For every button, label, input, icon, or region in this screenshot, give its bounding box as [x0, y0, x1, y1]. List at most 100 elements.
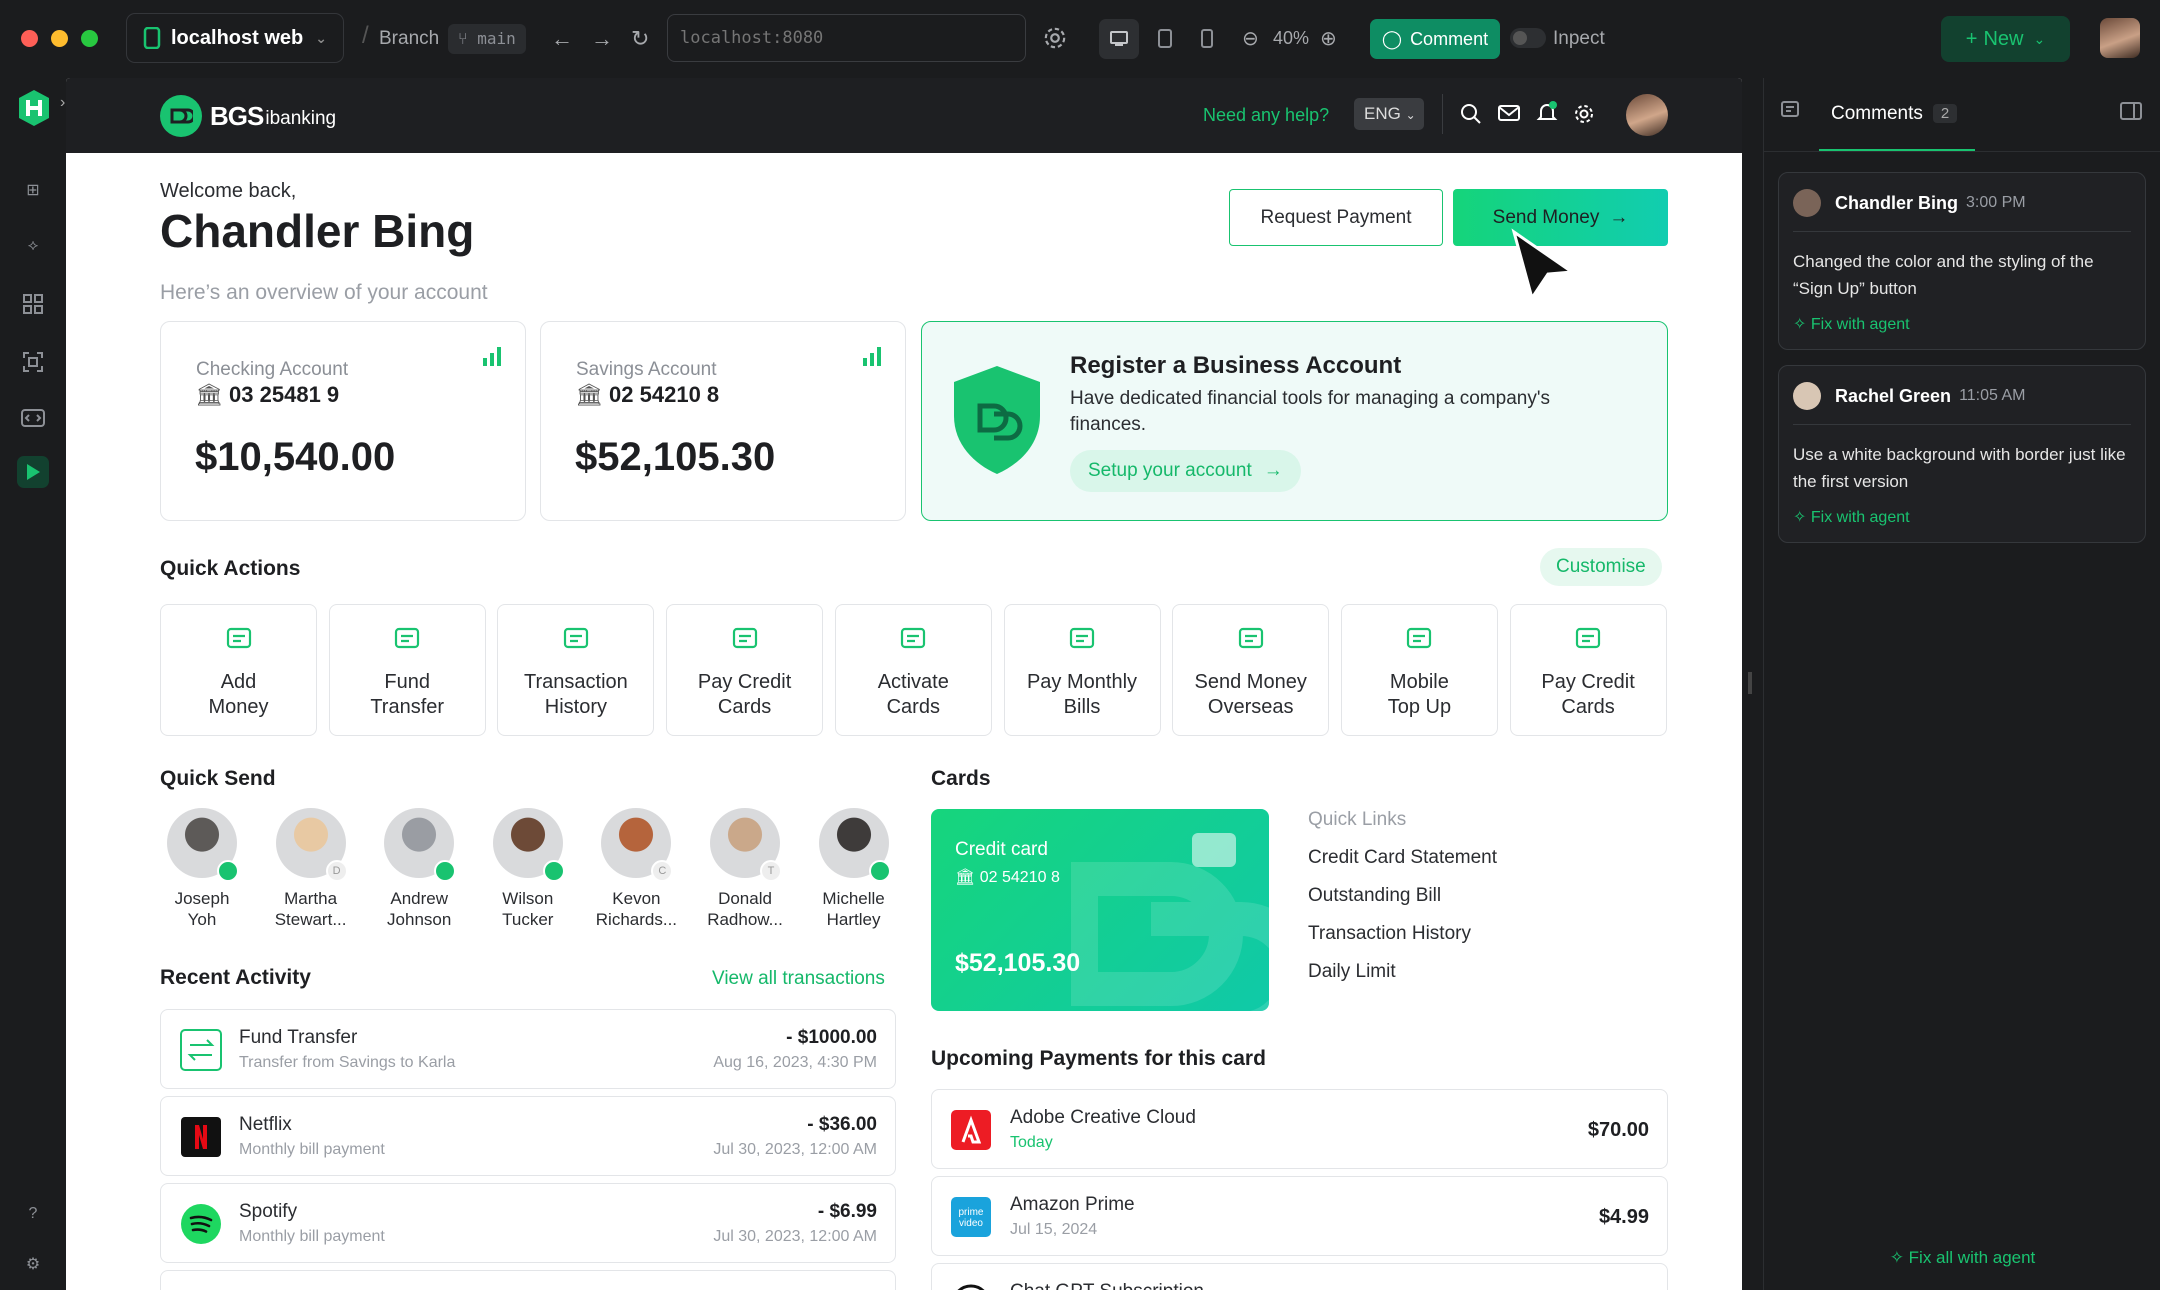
profile-avatar[interactable] — [1626, 94, 1668, 136]
upcoming-payment-row[interactable]: Adobe Creative Cloud Today $70.00 — [931, 1089, 1668, 1169]
gear-icon[interactable]: ⚙ — [17, 1248, 49, 1280]
quick-send-contact[interactable]: D Martha Stewart... — [261, 808, 361, 930]
activity-row[interactable]: Fund Transfer Transfer from Savings to Ka… — [160, 1009, 896, 1089]
language-select[interactable]: ENG ⌄ — [1354, 98, 1424, 130]
quick-send-contact[interactable]: Andrew Johnson — [369, 808, 469, 930]
fix-all-with-agent-button[interactable]: ✧ Fix all with agent — [1764, 1248, 2160, 1268]
credit-card-icon — [730, 605, 760, 670]
contact-avatar: C — [601, 808, 674, 882]
contact-first-name: Donald — [718, 889, 772, 908]
view-all-transactions-link[interactable]: View all transactions — [712, 968, 885, 990]
upcoming-payment-row[interactable]: prime video Amazon Prime Jul 15, 2024 $4.99 — [931, 1176, 1668, 1256]
customise-button[interactable]: Customise — [1540, 548, 1662, 586]
upcoming-payment-row[interactable]: Chat GPT Subscription — [931, 1263, 1668, 1290]
setup-account-button[interactable]: Setup your account → — [1070, 450, 1301, 492]
divider: / — [362, 22, 369, 49]
search-icon[interactable] — [1460, 103, 1482, 125]
activity-row[interactable] — [160, 1270, 896, 1290]
comment-header: Rachel Green 11:05 AM — [1793, 382, 2131, 425]
transfer-icon — [392, 605, 422, 670]
code-icon[interactable] — [17, 402, 49, 434]
quick-action-label: History — [544, 696, 607, 718]
contact-bank-badge: T — [760, 860, 782, 882]
quick-action-2[interactable]: Transaction History — [497, 604, 655, 736]
quick-action-1[interactable]: Fund Transfer — [328, 604, 486, 736]
logo-subtext: ibanking — [265, 108, 337, 129]
new-button[interactable]: + New ⌄ — [1941, 16, 2070, 62]
panel-toggle-icon[interactable] — [2120, 102, 2142, 120]
zoom-out-icon[interactable]: ⊖ — [1242, 26, 1259, 51]
comment-list-icon[interactable] — [1780, 100, 1800, 120]
quick-link[interactable]: Daily Limit — [1308, 961, 1396, 983]
quick-link[interactable]: Credit Card Statement — [1308, 847, 1497, 869]
quick-action-4[interactable]: Activate Cards — [834, 604, 992, 736]
checking-number: 🏛 03 25481 9 — [195, 382, 339, 408]
settings-gear-icon[interactable] — [1042, 25, 1068, 51]
savings-account-card[interactable]: Savings Account 🏛 02 54210 8 $52,105.30 — [540, 321, 906, 521]
tablet-icon[interactable] — [1145, 19, 1185, 59]
comment-card[interactable]: Chandler Bing 3:00 PM Changed the color an… — [1778, 172, 2146, 350]
quick-action-label: Overseas — [1207, 696, 1294, 718]
settings-icon[interactable] — [1573, 103, 1595, 125]
help-icon[interactable]: ? — [17, 1198, 49, 1230]
contact-first-name: Kevon — [612, 889, 661, 908]
quick-send-contact[interactable]: C Kevon Richards... — [586, 808, 686, 930]
quick-action-6[interactable]: Send Money Overseas — [1172, 604, 1330, 736]
checking-account-card[interactable]: Checking Account 🏛 03 25481 9 $10,540.00 — [160, 321, 526, 521]
activity-row[interactable]: Spotify Monthly bill payment - $6.99 Jul 30… — [160, 1183, 896, 1263]
desktop-icon[interactable] — [1099, 19, 1139, 59]
tab-comments[interactable]: Comments 2 — [1819, 78, 1975, 151]
frame-icon[interactable] — [17, 346, 49, 378]
quick-send-contact[interactable]: Michelle Hartley — [804, 808, 904, 930]
zoom-in-icon[interactable]: ⊕ — [1320, 26, 1337, 51]
comment-author: Chandler Bing — [1835, 192, 1959, 213]
resize-handle[interactable] — [1748, 672, 1752, 694]
fix-with-agent-label: Fix with agent — [1810, 316, 1910, 333]
card-watermark-logo — [1071, 862, 1269, 1011]
back-arrow-icon[interactable]: ← — [551, 26, 573, 52]
quick-send-contact[interactable]: Joseph Yoh — [152, 808, 252, 930]
inspect-toggle[interactable] — [1510, 28, 1546, 48]
mail-icon[interactable] — [1498, 104, 1520, 122]
savings-number-text: 02 54210 8 — [609, 382, 720, 407]
quick-action-3[interactable]: Pay Credit Cards — [666, 604, 824, 736]
mobile-icon[interactable] — [1187, 19, 1227, 59]
close-window-dot[interactable] — [21, 30, 38, 47]
left-sidebar: › ⊞ ⟡ ? ⚙ — [0, 78, 66, 1290]
fix-with-agent-button[interactable]: ✧ Fix with agent — [1793, 314, 2131, 334]
user-avatar[interactable] — [2100, 18, 2140, 58]
quick-send-contact[interactable]: T Donald Radhow... — [695, 808, 795, 930]
quick-send-contact[interactable]: Wilson Tucker — [478, 808, 578, 930]
fix-with-agent-button[interactable]: ✧ Fix with agent — [1793, 507, 2131, 527]
wallet-icon — [224, 605, 254, 670]
browser-toolbar: localhost web ⌄ / Branch ⑂ main ← → ↻ ⊖ … — [0, 0, 2160, 78]
credit-card[interactable]: Credit card 🏛 02 54210 8 $52,105.30 — [931, 809, 1269, 1011]
quick-link[interactable]: Outstanding Bill — [1308, 885, 1441, 907]
quick-link[interactable]: Transaction History — [1308, 923, 1471, 945]
quick-action-7[interactable]: Mobile Top Up — [1340, 604, 1498, 736]
maximize-window-dot[interactable] — [81, 30, 98, 47]
sitemap-icon[interactable]: ⊞ — [17, 174, 49, 206]
project-name: localhost web — [171, 26, 304, 49]
request-payment-button[interactable]: Request Payment — [1229, 189, 1443, 246]
comment-card[interactable]: Rachel Green 11:05 AM Use a white backgrou… — [1778, 365, 2146, 543]
quick-action-8[interactable]: Pay Credit Cards — [1509, 604, 1667, 736]
flow-icon[interactable]: ⟡ — [17, 230, 49, 262]
card-number: 🏛 02 54210 8 — [955, 867, 1060, 887]
app-logo-icon[interactable] — [17, 88, 51, 128]
expand-chevron-icon[interactable]: › — [60, 94, 65, 112]
comment-button[interactable]: ◯ Comment — [1370, 19, 1500, 59]
project-selector[interactable]: localhost web ⌄ — [126, 13, 344, 63]
grid-icon[interactable] — [17, 288, 49, 320]
url-input[interactable] — [667, 14, 1026, 62]
minimize-window-dot[interactable] — [51, 30, 68, 47]
reload-icon[interactable]: ↻ — [631, 26, 649, 52]
forward-arrow-icon[interactable]: → — [591, 26, 613, 52]
play-icon[interactable] — [17, 456, 49, 488]
quick-action-0[interactable]: Add Money — [160, 604, 317, 736]
quick-action-5[interactable]: Pay Monthly Bills — [1003, 604, 1161, 736]
activity-row[interactable]: Netflix Monthly bill payment - $36.00 Jul 3… — [160, 1096, 896, 1176]
branch-badge[interactable]: ⑂ main — [448, 24, 526, 54]
bell-icon[interactable] — [1536, 101, 1558, 125]
help-link[interactable]: Need any help? — [1203, 105, 1329, 126]
